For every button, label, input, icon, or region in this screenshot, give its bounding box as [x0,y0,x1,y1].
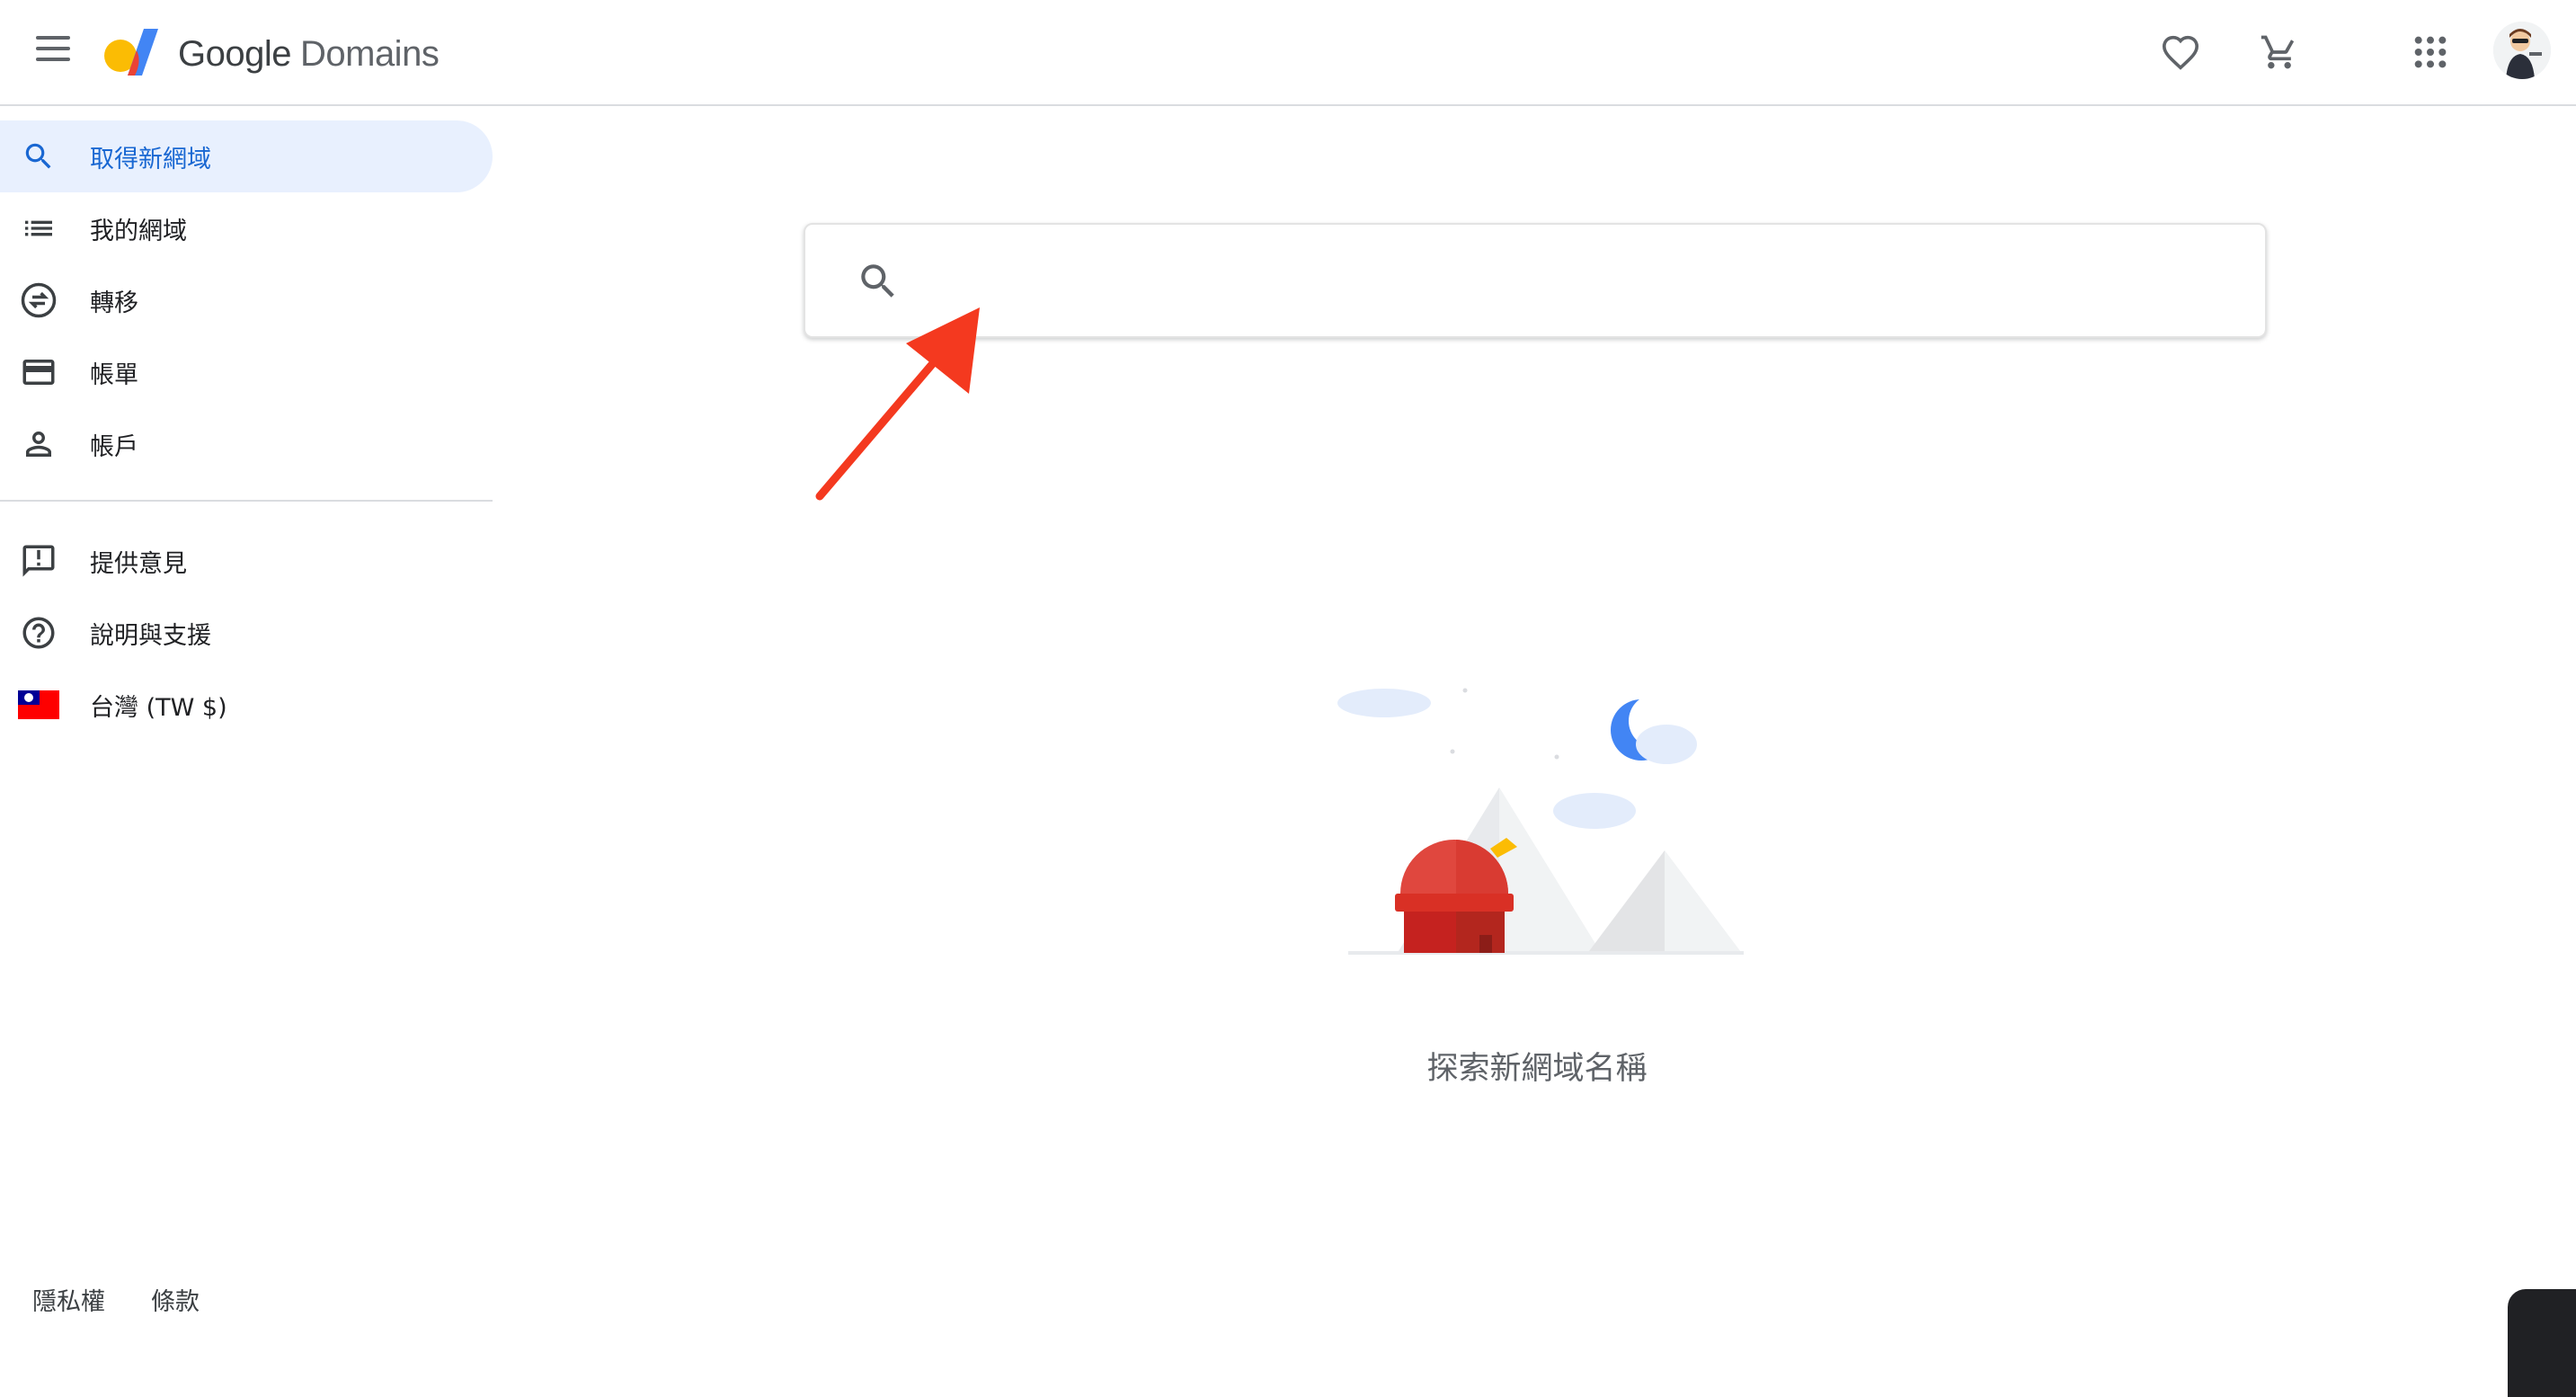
feedback-icon [18,540,59,582]
sidebar-item-label: 提供意見 [90,549,187,578]
cart-icon[interactable] [2251,23,2308,81]
sidebar-divider [0,500,493,502]
observatory-illustration [1337,688,1744,955]
search-icon [18,136,59,177]
apps-grid-icon[interactable] [2402,23,2459,81]
help-icon [18,612,59,654]
terms-link[interactable]: 條款 [151,1282,200,1317]
sidebar-item-feedback[interactable]: 提供意見 [0,525,493,597]
credit-card-icon [18,351,59,393]
sidebar-item-transfer[interactable]: 轉移 [0,264,493,336]
menu-icon[interactable] [32,32,76,65]
sidebar-item-label: 說明與支援 [90,621,211,650]
sidebar-item-label: 取得新網域 [90,145,211,174]
brand-wordmark[interactable]: Google Domains [178,29,440,79]
sidebar-item-help[interactable]: 說明與支援 [0,597,493,669]
sidebar-item-label: 帳單 [90,360,138,389]
list-icon [18,208,59,249]
domain-search-input[interactable] [922,252,2238,311]
sidebar-item-country[interactable]: 台灣 (TW $) [0,669,493,741]
sidebar-item-account[interactable]: 帳戶 [0,408,493,480]
annotation-arrow-icon [815,307,980,501]
empty-state-caption: 探索新網域名稱 [1426,1051,1648,1087]
transfer-icon [18,280,59,321]
google-domains-logo[interactable] [101,23,164,79]
sidebar-item-label: 帳戶 [90,432,138,461]
taiwan-flag-icon [18,684,59,725]
heart-icon[interactable] [2152,23,2209,81]
sidebar-item-my-domains[interactable]: 我的網域 [0,192,493,264]
user-avatar[interactable] [2493,22,2551,79]
privacy-link[interactable]: 隱私權 [32,1282,105,1317]
sidebar-item-label: 我的網域 [90,217,187,245]
domain-search-box[interactable] [804,223,2267,338]
sidebar-item-label: 轉移 [90,289,138,317]
sidebar-item-billing[interactable]: 帳單 [0,336,493,408]
sidebar-item-label: 台灣 (TW $) [90,693,227,722]
brand-domains: Domains [299,34,440,74]
sidebar-item-get-new-domain[interactable]: 取得新網域 [0,120,493,192]
person-icon [18,423,59,465]
floating-widget[interactable] [2508,1289,2576,1397]
brand-google: Google [178,34,291,74]
top-app-bar: Google Domains [0,0,2576,106]
